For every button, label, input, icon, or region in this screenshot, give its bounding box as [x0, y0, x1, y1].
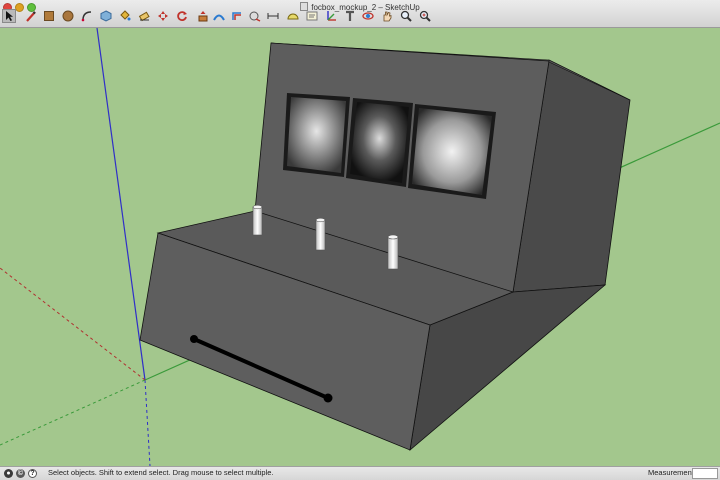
focbox-model[interactable]: [139, 42, 631, 452]
axes-tool-button[interactable]: [324, 9, 338, 23]
circle-icon: [62, 10, 74, 22]
blue-axis-dashed: [144, 379, 151, 466]
eraser-tool-button[interactable]: [137, 9, 151, 23]
credits-icon[interactable]: ©: [16, 469, 25, 478]
paint-bucket-icon: [120, 10, 131, 21]
offset-icon: [232, 12, 241, 20]
measurements-field[interactable]: [692, 468, 718, 479]
circle-tool-button[interactable]: [61, 9, 75, 23]
dimension-tool-button[interactable]: [266, 9, 280, 23]
orbit-icon: [362, 12, 374, 20]
offset-tool-button[interactable]: [230, 9, 244, 23]
peg-left: [252, 204, 263, 236]
3d-text-icon: [346, 10, 354, 21]
orbit-tool-button[interactable]: [361, 9, 375, 23]
model-canvas: [0, 28, 720, 466]
arc-tool-button[interactable]: [80, 9, 94, 23]
status-bar: ● © ? Select objects. Shift to extend se…: [0, 466, 720, 480]
select-arrow-icon: [6, 11, 13, 21]
text-icon: [306, 11, 318, 21]
pencil-icon: [26, 11, 36, 22]
pan-icon: [383, 11, 392, 22]
line-tool-button[interactable]: [24, 9, 38, 23]
tape-measure-icon: [249, 11, 261, 22]
dimension-icon: [267, 13, 279, 19]
protractor-icon: [287, 13, 299, 20]
text-tool-button[interactable]: [305, 9, 319, 23]
rotate-icon: [177, 11, 187, 21]
zoom-extents-icon: [419, 10, 431, 22]
protractor-tool-button[interactable]: [286, 9, 300, 23]
paint-bucket-tool-button[interactable]: [118, 9, 132, 23]
zoom-extents-tool-button[interactable]: [418, 9, 432, 23]
zoom-tool-button[interactable]: [399, 9, 413, 23]
pan-tool-button[interactable]: [380, 9, 394, 23]
status-text: Select objects. Shift to extend select. …: [48, 468, 274, 477]
follow-me-icon: [213, 14, 225, 21]
make-component-tool-button[interactable]: [99, 9, 113, 23]
title-bar: focbox_mockup_2 – SketchUp: [0, 0, 720, 28]
peg-middle: [315, 217, 326, 251]
3d-text-tool-button[interactable]: [343, 9, 357, 23]
push-pull-icon: [198, 11, 208, 22]
push-pull-tool-button[interactable]: [196, 9, 210, 23]
sketchup-window: focbox_mockup_2 – SketchUp ● © ? Select …: [0, 0, 720, 480]
component-icon: [100, 10, 112, 22]
blue-axis: [96, 28, 146, 381]
follow-me-tool-button[interactable]: [212, 9, 226, 23]
peg-right: [387, 234, 399, 270]
move-icon: [158, 11, 168, 21]
axes-icon: [327, 11, 336, 21]
geo-location-icon[interactable]: ●: [4, 469, 13, 478]
screen-middle: [346, 98, 413, 187]
measurements-label: Measurements: [648, 468, 698, 477]
zoom-icon: [400, 10, 412, 22]
help-icon[interactable]: ?: [28, 469, 37, 478]
red-axis-dashed: [0, 267, 146, 381]
rotate-tool-button[interactable]: [175, 9, 189, 23]
move-tool-button[interactable]: [156, 9, 170, 23]
rectangle-tool-button[interactable]: [42, 9, 56, 23]
screen-left: [283, 93, 350, 177]
rectangle-icon: [44, 11, 54, 21]
modeling-viewport[interactable]: [0, 28, 720, 466]
green-axis-dashed: [0, 379, 146, 446]
select-tool-button[interactable]: [2, 9, 16, 23]
tape-measure-tool-button[interactable]: [248, 9, 262, 23]
eraser-icon: [138, 11, 150, 22]
screen-right: [408, 104, 496, 199]
arc-icon: [81, 11, 92, 22]
